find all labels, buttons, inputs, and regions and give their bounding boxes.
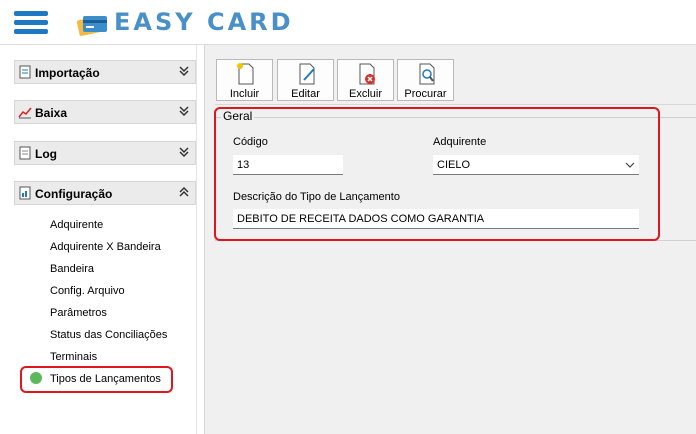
excluir-label: Excluir xyxy=(348,88,382,100)
credit-card-logo-icon xyxy=(76,16,107,36)
sidebar-section-baixa[interactable]: Baixa xyxy=(14,100,196,124)
sidebar-item-adquirente[interactable]: Adquirente xyxy=(50,219,103,231)
sidebar-item-adquirente-x-bandeira[interactable]: Adquirente X Bandeira xyxy=(50,241,161,253)
log-icon xyxy=(19,146,31,160)
excluir-button[interactable]: Excluir xyxy=(337,59,394,101)
search-document-icon xyxy=(419,63,435,85)
sidebar-item-parametros[interactable]: Parâmetros xyxy=(50,307,107,319)
selection-highlight xyxy=(20,366,173,393)
app-header: EASY CARD xyxy=(0,0,696,45)
edit-document-icon xyxy=(299,63,315,85)
sidebar-item-config-arquivo[interactable]: Config. Arquivo xyxy=(50,285,125,297)
toolbar-divider xyxy=(215,104,696,105)
menu-icon[interactable] xyxy=(14,11,48,35)
chevron-down-icon xyxy=(179,66,189,77)
config-icon xyxy=(19,186,31,200)
incluir-button[interactable]: Incluir xyxy=(216,59,273,101)
editar-button[interactable]: Editar xyxy=(277,59,334,101)
procurar-label: Procurar xyxy=(404,88,447,100)
sidebar-section-label: Importação xyxy=(35,66,100,80)
chevron-down-icon xyxy=(179,106,189,117)
sidebar-section-importacao[interactable]: Importação xyxy=(14,60,196,84)
form-highlight xyxy=(214,107,660,241)
new-document-icon xyxy=(237,63,254,85)
sidebar-section-label: Baixa xyxy=(35,106,68,120)
procurar-button[interactable]: Procurar xyxy=(397,59,454,101)
sidebar-section-label: Log xyxy=(35,147,57,161)
chevron-up-icon xyxy=(179,186,189,197)
editar-label: Editar xyxy=(291,88,320,100)
import-icon xyxy=(19,65,31,79)
chevron-down-icon xyxy=(179,147,189,158)
incluir-label: Incluir xyxy=(229,88,260,100)
sidebar-section-label: Configuração xyxy=(35,187,113,201)
sidebar-section-log[interactable]: Log xyxy=(14,141,196,165)
sidebar-item-terminais[interactable]: Terminais xyxy=(50,351,97,363)
delete-document-icon xyxy=(359,63,375,85)
sidebar-item-bandeira[interactable]: Bandeira xyxy=(50,263,94,275)
sidebar-section-configuracao[interactable]: Configuração xyxy=(14,181,196,205)
app-title: EASY CARD xyxy=(114,8,294,36)
sidebar-item-status-conciliacoes[interactable]: Status das Conciliações xyxy=(50,329,167,341)
chart-icon xyxy=(18,107,32,119)
